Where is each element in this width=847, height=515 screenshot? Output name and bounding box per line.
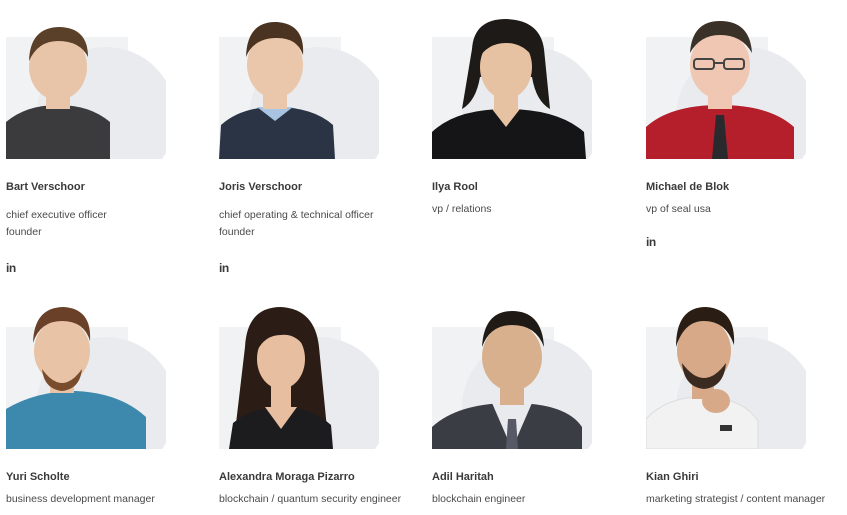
team-member-photo [219, 307, 379, 449]
team-member-role: founder [219, 226, 255, 238]
team-member-card: Michael de Blok vp of seal usa in [646, 17, 846, 249]
team-member-name: Joris Verschoor [219, 181, 303, 193]
team-member-photo [6, 17, 166, 159]
team-member-name: Michael de Blok [646, 181, 730, 193]
team-member-name: Ilya Rool [432, 181, 478, 193]
team-member-role: chief executive officer [6, 209, 107, 221]
team-member-name: Kian Ghiri [646, 471, 699, 483]
team-member-card: Joris Verschoor chief operating & techni… [219, 17, 419, 275]
team-member-card: Alexandra Moraga Pizarro blockchain / qu… [219, 307, 419, 505]
team-member-photo [219, 17, 379, 159]
team-member-name: Yuri Scholte [6, 471, 70, 483]
team-member-role: blockchain / quantum security engineer [219, 493, 402, 505]
team-member-photo [646, 17, 806, 159]
team-member-photo [6, 307, 166, 449]
team-member-card: Bart Verschoor chief executive officer f… [6, 17, 206, 275]
team-member-role: vp / relations [432, 203, 492, 215]
team-member-role: founder [6, 226, 42, 238]
linkedin-icon[interactable]: in [646, 235, 656, 249]
team-member-card: Ilya Rool vp / relations [432, 17, 632, 215]
team-member-role: vp of seal usa [646, 203, 711, 215]
team-member-card: Kian Ghiri marketing strategist / conten… [646, 307, 846, 505]
linkedin-icon[interactable]: in [219, 261, 229, 275]
linkedin-icon[interactable]: in [6, 261, 16, 275]
team-member-name: Adil Haritah [432, 471, 494, 483]
team-member-photo [432, 307, 592, 449]
team-member-role: marketing strategist / content manager [646, 493, 826, 505]
team-member-role: blockchain engineer [432, 493, 526, 505]
team-member-role: business development manager [6, 493, 155, 505]
team-member-card: Adil Haritah blockchain engineer [432, 307, 632, 505]
team-member-card: Yuri Scholte business development manage… [6, 307, 206, 505]
team-member-photo [646, 307, 806, 449]
team-member-photo [432, 17, 592, 159]
team-member-role: chief operating & technical officer [219, 209, 374, 221]
team-member-name: Alexandra Moraga Pizarro [219, 471, 355, 483]
team-member-name: Bart Verschoor [6, 181, 85, 193]
